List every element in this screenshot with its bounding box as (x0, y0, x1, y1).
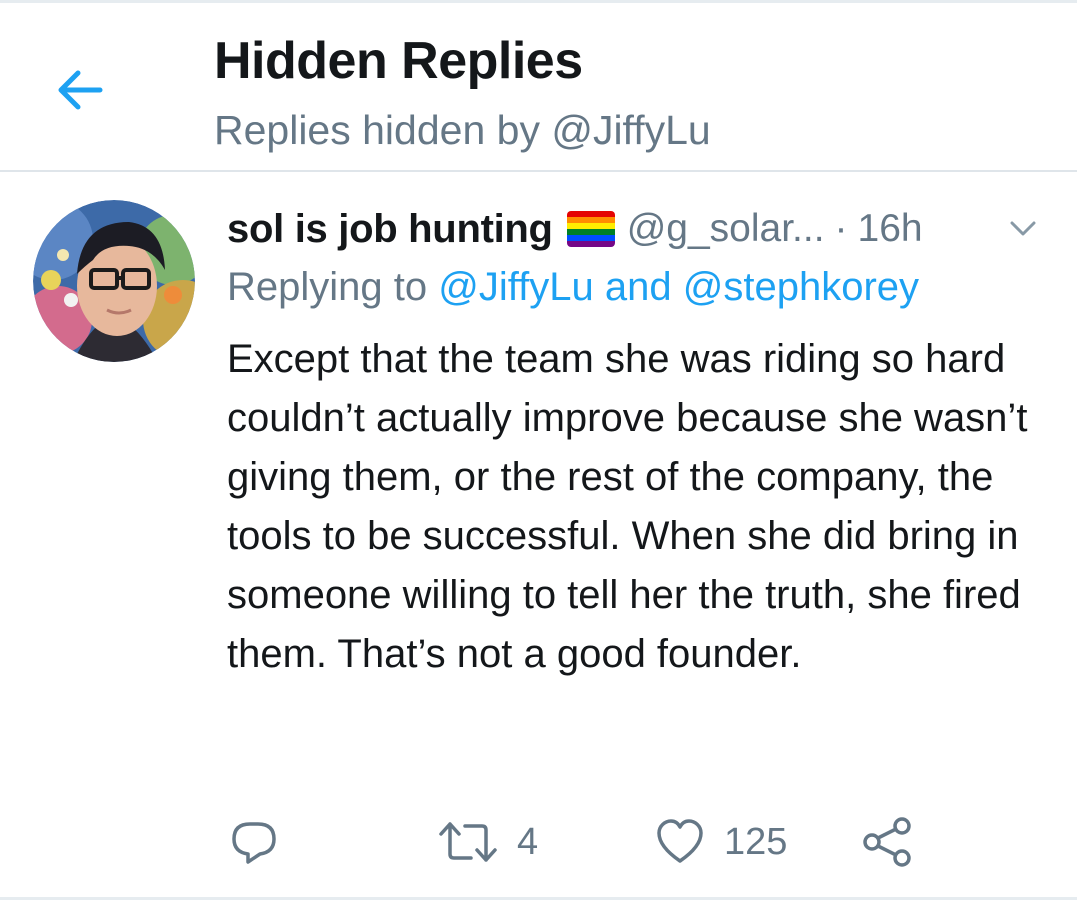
share-icon (863, 817, 911, 867)
retweet-count: 4 (517, 820, 539, 863)
hidden-replies-screen: Hidden Replies Replies hidden by @JiffyL… (0, 0, 1077, 918)
tweet-text: Except that the team she was riding so h… (227, 337, 1028, 676)
reply-icon (232, 822, 276, 864)
tweet-menu-button[interactable] (1003, 214, 1043, 244)
separator-dot: · (834, 207, 848, 250)
reply-button[interactable] (228, 812, 280, 872)
header-divider (0, 170, 1077, 172)
page-subtitle: Replies hidden by @JiffyLu (214, 107, 711, 153)
mention-link-2[interactable]: @stephkorey (683, 265, 919, 309)
mention-link-1[interactable]: @JiffyLu (438, 265, 594, 309)
heart-icon (657, 819, 703, 863)
chevron-down-icon (1010, 221, 1036, 236)
like-button[interactable]: 125 (654, 812, 787, 872)
like-count: 125 (724, 820, 788, 863)
display-name[interactable]: sol is job hunting (227, 207, 553, 252)
avatar[interactable] (33, 200, 195, 362)
rainbow-flag-icon (566, 211, 615, 247)
back-button[interactable] (50, 59, 110, 119)
header: Hidden Replies Replies hidden by @JiffyL… (0, 3, 1077, 171)
bottom-divider (0, 897, 1077, 900)
share-button[interactable] (860, 812, 914, 872)
retweet-icon (439, 822, 497, 862)
avatar-image (33, 200, 195, 362)
arrow-left-icon (58, 70, 103, 110)
tweet-actions: 4 125 (0, 812, 1077, 872)
tweet-header: sol is job hunting @g_solar... · 16h (227, 201, 923, 257)
retweet-button[interactable]: 4 (437, 812, 538, 872)
replying-to: Replying to @JiffyLu and @stephkorey (227, 265, 919, 310)
tweet-timestamp[interactable]: 16h (858, 207, 923, 251)
page-title: Hidden Replies (214, 32, 583, 90)
replying-prefix: Replying to (227, 265, 428, 309)
user-handle[interactable]: @g_solar... (627, 207, 825, 251)
replying-and: and (604, 265, 672, 309)
